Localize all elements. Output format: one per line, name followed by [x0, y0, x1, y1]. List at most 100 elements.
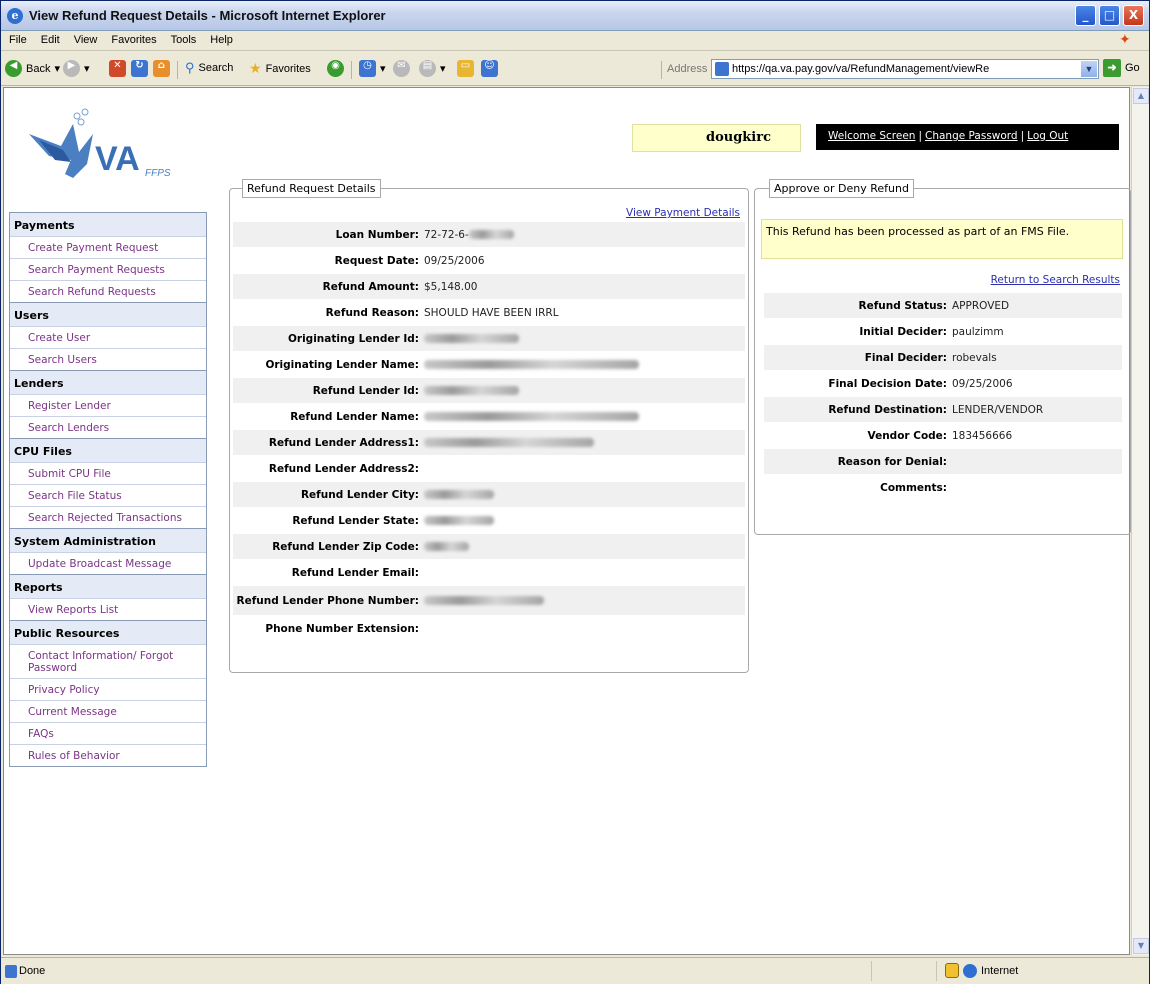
- mail-button[interactable]: ✉: [393, 60, 410, 77]
- detail-row: Request Date: 09/25/2006: [233, 247, 745, 273]
- detail-row: Phone Number Extension:: [233, 615, 745, 641]
- detail-row: Refund Lender Email:: [233, 559, 745, 585]
- maximize-button[interactable]: □: [1099, 5, 1120, 26]
- nav-menu: Payments Create Payment Request Search Pay…: [9, 212, 207, 767]
- refresh-button[interactable]: ↻: [131, 60, 148, 77]
- field-label: Refund Lender Address2:: [268, 462, 419, 475]
- go-button[interactable]: ➜ Go: [1103, 59, 1140, 77]
- redacted-value: [424, 438, 594, 447]
- redacted-value: [424, 334, 519, 343]
- field-value: [421, 489, 494, 501]
- redacted-value: [424, 542, 469, 551]
- nav-item[interactable]: Search Rejected Transactions: [10, 506, 206, 528]
- nav-item[interactable]: Search File Status: [10, 484, 206, 506]
- detail-row: Refund Lender Name:: [233, 403, 745, 429]
- scroll-up-icon[interactable]: ▲: [1133, 88, 1149, 104]
- nav-item[interactable]: Contact Information/ Forgot Password: [10, 644, 206, 678]
- field-label: Refund Lender State:: [292, 514, 419, 527]
- toolbar-separator: [351, 61, 352, 79]
- nav-item[interactable]: Current Message: [10, 700, 206, 722]
- nav-item[interactable]: Create Payment Request: [10, 236, 206, 258]
- welcome-screen-link[interactable]: Welcome Screen: [828, 130, 915, 142]
- detail-row: Refund Lender Id:: [233, 377, 745, 403]
- minimize-button[interactable]: _: [1075, 5, 1096, 26]
- title-bar: e View Refund Request Details - Microsof…: [1, 1, 1149, 31]
- field-value: [421, 541, 469, 553]
- status-bar: Done Internet: [1, 957, 1149, 984]
- return-to-search-results-link[interactable]: Return to Search Results: [991, 274, 1120, 286]
- field-value: robevals: [949, 352, 997, 364]
- back-button[interactable]: ◀ Back ▾: [5, 60, 60, 77]
- nav-item[interactable]: Rules of Behavior: [10, 744, 206, 766]
- print-button[interactable]: ▤ ▾: [419, 60, 446, 77]
- history-button[interactable]: ◷ ▾: [359, 60, 386, 77]
- detail-row: Refund Destination: LENDER/VENDOR: [764, 396, 1122, 422]
- field-label: Originating Lender Id:: [287, 332, 419, 345]
- nav-item[interactable]: Search Refund Requests: [10, 280, 206, 302]
- stop-button[interactable]: ✕: [109, 60, 126, 77]
- menu-file[interactable]: File: [1, 31, 33, 46]
- lock-icon: [945, 963, 959, 978]
- field-value-text: LENDER/VENDOR: [952, 403, 1044, 416]
- separator: |: [918, 130, 923, 142]
- field-value: 09/25/2006: [949, 378, 1013, 390]
- field-value-text: paulzimm: [952, 325, 1004, 338]
- field-label: Refund Lender City:: [300, 488, 419, 501]
- nav-item[interactable]: Create User: [10, 326, 206, 348]
- field-value-text: robevals: [952, 351, 997, 364]
- nav-item[interactable]: Register Lender: [10, 394, 206, 416]
- forward-button[interactable]: ▶ ▾: [63, 60, 90, 77]
- page-content: VA FFPS Payments Create Payment Request Se…: [3, 87, 1131, 955]
- address-bar[interactable]: https://qa.va.pay.gov/va/RefundManagemen…: [711, 59, 1099, 79]
- nav-item[interactable]: FAQs: [10, 722, 206, 744]
- nav-item[interactable]: Update Broadcast Message: [10, 552, 206, 574]
- menu-help[interactable]: Help: [202, 31, 239, 46]
- nav-item[interactable]: View Reports List: [10, 598, 206, 620]
- dropdown-arrow-icon: ▾: [84, 63, 90, 75]
- field-value-text: APPROVED: [952, 299, 1010, 312]
- menu-tools[interactable]: Tools: [163, 31, 203, 46]
- field-label: Refund Status:: [858, 299, 947, 312]
- media-button[interactable]: ◉: [327, 60, 344, 77]
- close-button[interactable]: X: [1123, 5, 1144, 26]
- nav-item[interactable]: Submit CPU File: [10, 462, 206, 484]
- vertical-scrollbar[interactable]: ▲ ▼: [1131, 87, 1149, 955]
- field-value-text: 183456666: [952, 429, 1013, 442]
- nav-item[interactable]: Privacy Policy: [10, 678, 206, 700]
- messenger-button[interactable]: ☺: [481, 60, 498, 77]
- view-payment-details-link[interactable]: View Payment Details: [626, 207, 740, 219]
- status-divider: [936, 961, 937, 981]
- nav-item[interactable]: Search Users: [10, 348, 206, 370]
- folder-button[interactable]: ▭: [457, 60, 474, 77]
- detail-row: Refund Lender State:: [233, 507, 745, 533]
- nav-section-header: Users: [10, 302, 206, 326]
- menu-view[interactable]: View: [66, 31, 104, 46]
- field-value: [421, 411, 639, 423]
- field-label: Final Decider:: [864, 351, 947, 364]
- menu-favorites[interactable]: Favorites: [103, 31, 162, 46]
- field-value: paulzimm: [949, 326, 1004, 338]
- go-arrow-icon: ➜: [1103, 59, 1121, 77]
- home-button[interactable]: ⌂: [153, 60, 170, 77]
- detail-row: Refund Reason: SHOULD HAVE BEEN IRRL: [233, 299, 745, 325]
- scroll-down-icon[interactable]: ▼: [1133, 938, 1149, 954]
- log-out-link[interactable]: Log Out: [1027, 130, 1068, 142]
- redacted-value: [468, 230, 514, 239]
- nav-item[interactable]: Search Payment Requests: [10, 258, 206, 280]
- detail-row: Refund Status: APPROVED: [764, 292, 1122, 318]
- search-button[interactable]: ⚲ Search: [185, 60, 233, 76]
- toolbar: ◀ Back ▾ ▶ ▾ ✕ ↻ ⌂ ⚲ Search ★ Favorites ◉ ◷ ▾ …: [1, 52, 1149, 86]
- ie-icon: e: [7, 8, 23, 24]
- logo-subtext: FFPS: [145, 168, 171, 179]
- home-icon: ⌂: [153, 60, 170, 77]
- change-password-link[interactable]: Change Password: [925, 130, 1018, 142]
- detail-row: Refund Lender Zip Code:: [233, 533, 745, 559]
- favorites-button[interactable]: ★ Favorites: [249, 60, 311, 77]
- internet-globe-icon: [963, 964, 977, 978]
- toolbar-separator: [177, 61, 178, 79]
- address-dropdown-icon[interactable]: ▼: [1081, 61, 1097, 77]
- menu-edit[interactable]: Edit: [33, 31, 66, 46]
- nav-item[interactable]: Search Lenders: [10, 416, 206, 438]
- detail-row: Originating Lender Id:: [233, 325, 745, 351]
- forward-arrow-icon: ▶: [63, 60, 80, 77]
